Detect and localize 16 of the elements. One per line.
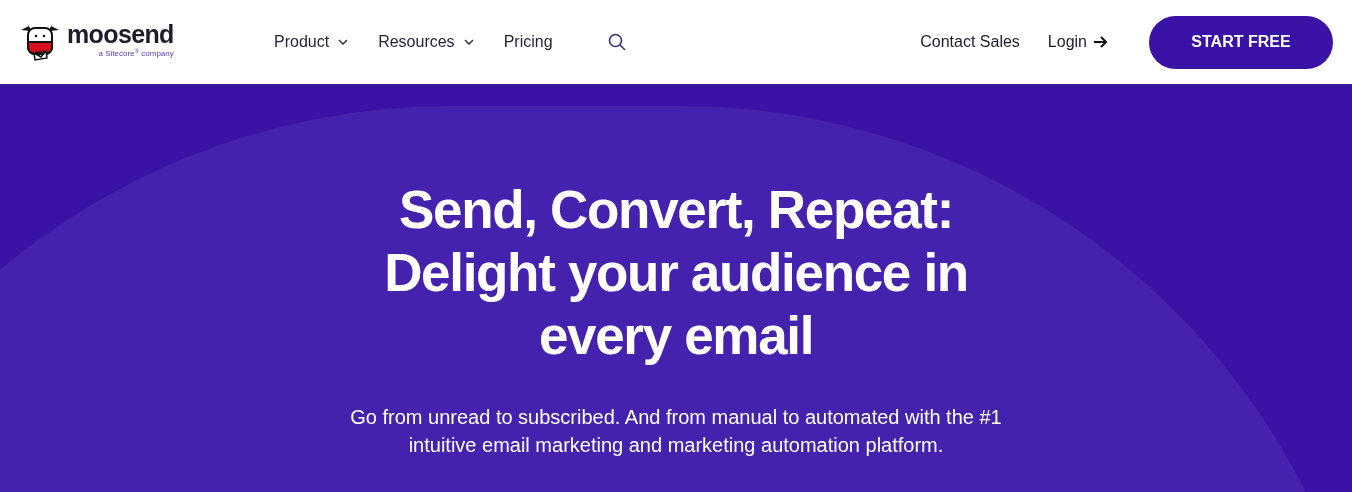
chevron-down-icon	[463, 39, 474, 45]
hero-headline: every email	[538, 305, 814, 367]
start-free-button[interactable]: START FREE	[1149, 15, 1333, 69]
hero-headline: Delight your audience in	[384, 242, 968, 304]
brand-name: moosend	[67, 22, 174, 47]
nav-link[interactable]: Pricing	[503, 30, 553, 54]
arrow-right-icon	[1093, 36, 1108, 48]
nav-link[interactable]: Product	[274, 30, 349, 54]
login-link[interactable]: Login	[1047, 30, 1108, 54]
brand-tagline: a Sitecore$^{®}$ company	[98, 50, 174, 58]
hero-subtitle: Go from unread to subscribed. And from manual to automated with the #1 intuitive email marketing and marketing automation platform.	[349, 405, 1003, 458]
chevron-down-icon	[338, 39, 349, 45]
search-icon[interactable]	[607, 33, 626, 51]
hero-headline: Send, Convert, Repeat:	[399, 179, 953, 241]
nav-link[interactable]: Resources	[378, 30, 474, 54]
contact-sales-link[interactable]: Contact Sales	[920, 30, 1020, 54]
